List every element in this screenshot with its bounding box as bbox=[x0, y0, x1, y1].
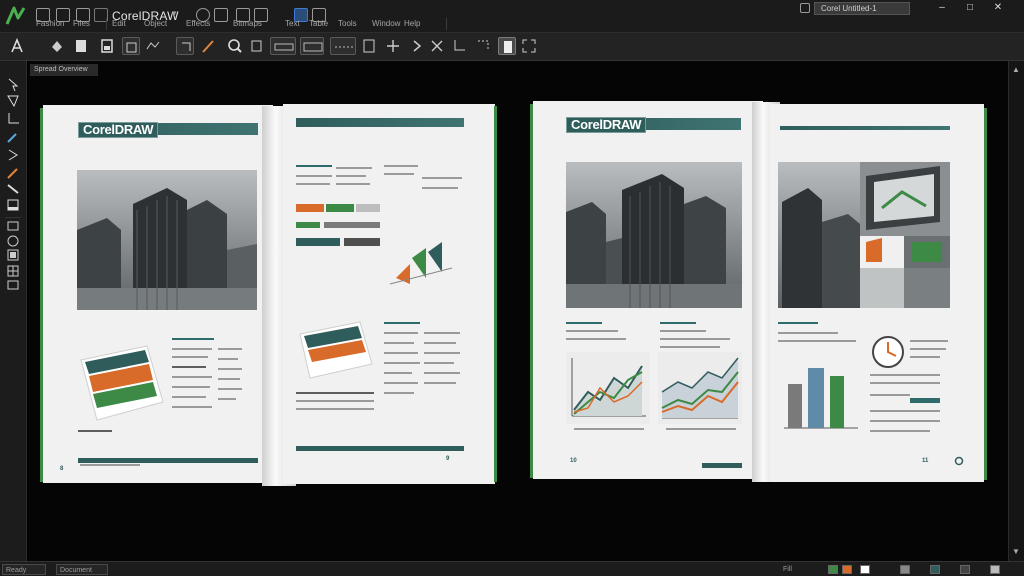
building-collage bbox=[778, 162, 950, 308]
page-number: 8 bbox=[60, 466, 64, 472]
arrow-right-icon[interactable] bbox=[408, 37, 426, 55]
brochure-thumbnail bbox=[80, 345, 164, 421]
bar-chart-graphic bbox=[784, 368, 858, 429]
white-swatch[interactable] bbox=[860, 565, 870, 574]
scroll-up-icon[interactable]: ▲ bbox=[1012, 65, 1022, 75]
zoom-icon[interactable] bbox=[226, 37, 244, 55]
line-chart-graphic bbox=[566, 352, 650, 424]
fill-icon[interactable] bbox=[48, 37, 66, 55]
crop-icon[interactable] bbox=[450, 37, 468, 55]
brochure-thumbnail bbox=[299, 321, 373, 379]
page-setup-icon[interactable] bbox=[360, 37, 378, 55]
menu-divider bbox=[106, 18, 107, 30]
page-view-icon[interactable] bbox=[498, 37, 516, 55]
shape-tool-icon[interactable] bbox=[5, 93, 21, 109]
freehand-tool-icon[interactable] bbox=[5, 147, 21, 163]
toolbox bbox=[0, 61, 27, 561]
header-bar bbox=[296, 118, 464, 127]
menu-window[interactable]: Window bbox=[372, 17, 400, 31]
maximize-icon[interactable]: □ bbox=[962, 2, 978, 15]
menu-bitmaps[interactable]: Bitmaps bbox=[233, 17, 262, 31]
footer-band bbox=[296, 446, 464, 451]
document-page-label[interactable]: Spread Overview bbox=[30, 64, 98, 76]
text-tool-icon[interactable] bbox=[8, 37, 26, 55]
building-photo bbox=[566, 162, 742, 308]
brand-logo: CorelDRAW bbox=[566, 117, 647, 133]
color-swatches bbox=[296, 204, 380, 246]
menu-bar: CorelDRAW ▾ Fashion Files Edit Object Ef… bbox=[0, 0, 1024, 33]
page-number: 10 bbox=[570, 458, 577, 464]
account-icon[interactable] bbox=[800, 3, 810, 13]
menu-tools[interactable]: Tools bbox=[338, 17, 357, 31]
status-document-info[interactable]: Document Info bbox=[56, 564, 108, 575]
footer-text bbox=[80, 464, 140, 466]
teal-swatch[interactable] bbox=[930, 565, 940, 574]
menu-text[interactable]: Text bbox=[285, 17, 300, 31]
refresh-icon bbox=[954, 456, 964, 466]
transform-icon[interactable] bbox=[176, 37, 194, 55]
paste-icon[interactable] bbox=[144, 37, 162, 55]
outline-swatch[interactable] bbox=[842, 565, 852, 574]
full-screen-icon[interactable] bbox=[520, 37, 538, 55]
menu-table[interactable]: Table bbox=[309, 17, 328, 31]
menu-files[interactable]: Files bbox=[73, 17, 90, 31]
fill-swatch[interactable] bbox=[828, 565, 838, 574]
footer-band bbox=[702, 463, 742, 468]
building-photo bbox=[77, 170, 257, 310]
distribute-icon[interactable] bbox=[300, 37, 324, 55]
copy-icon[interactable] bbox=[122, 37, 140, 55]
menu-edit[interactable]: Edit bbox=[112, 17, 126, 31]
page-bleed-right bbox=[984, 108, 987, 480]
page-bleed-right bbox=[494, 106, 497, 482]
light-swatch[interactable] bbox=[990, 565, 1000, 574]
header-bar bbox=[780, 126, 950, 130]
scroll-down-icon[interactable]: ▼ bbox=[1012, 547, 1022, 557]
status-ready: Ready bbox=[2, 564, 46, 575]
import-icon[interactable] bbox=[248, 37, 266, 55]
new-page-icon[interactable] bbox=[72, 37, 90, 55]
eyedropper-tool-icon[interactable] bbox=[5, 129, 21, 145]
page-number: 11 bbox=[922, 458, 929, 464]
page-right[interactable] bbox=[283, 104, 495, 484]
menu-object[interactable]: Object bbox=[144, 17, 167, 31]
caption-line bbox=[78, 430, 112, 432]
coreldraw-logo-icon[interactable] bbox=[4, 4, 28, 28]
status-fill: Fill bbox=[783, 566, 792, 573]
rectangle-tool-icon[interactable] bbox=[5, 217, 21, 233]
fill-tool-icon[interactable] bbox=[5, 197, 21, 213]
snap-icon[interactable] bbox=[474, 37, 492, 55]
brand-logo: CorelDRAW bbox=[78, 122, 159, 138]
document-tab[interactable]: Corel Untitled-1 bbox=[814, 2, 910, 15]
status-bar: Ready Document Info Fill bbox=[0, 561, 1024, 576]
standard-toolbar bbox=[0, 33, 1024, 61]
grey-swatch[interactable] bbox=[900, 565, 910, 574]
artistic-media-icon[interactable] bbox=[5, 165, 21, 181]
calligraphy-tool-icon[interactable] bbox=[5, 181, 21, 197]
3d-chart-graphic bbox=[389, 242, 453, 285]
dimension-tool-icon[interactable] bbox=[5, 277, 21, 293]
page-number: 9 bbox=[446, 456, 450, 462]
line-chart-graphic bbox=[658, 352, 742, 424]
menu-fashion[interactable]: Fashion bbox=[36, 17, 64, 31]
chevron-down-icon[interactable]: ▾ bbox=[172, 8, 182, 22]
vertical-scrollbar[interactable]: ▲ ▼ bbox=[1008, 61, 1024, 561]
menu-help[interactable]: Help bbox=[404, 17, 420, 31]
minimize-icon[interactable]: – bbox=[934, 2, 950, 15]
options-icon[interactable] bbox=[330, 37, 356, 55]
menu-divider bbox=[446, 18, 447, 30]
footer-band bbox=[78, 458, 258, 463]
crop-tool-icon[interactable] bbox=[5, 111, 21, 127]
close-icon[interactable]: ✕ bbox=[990, 2, 1006, 15]
scissors-icon[interactable] bbox=[428, 37, 446, 55]
pick-tool-icon[interactable] bbox=[5, 77, 21, 93]
polygon-tool-icon[interactable] bbox=[5, 247, 21, 263]
document-icon[interactable] bbox=[98, 37, 116, 55]
pen-tool-icon[interactable] bbox=[200, 37, 218, 55]
menu-effects[interactable]: Effects bbox=[186, 17, 210, 31]
align-icon[interactable] bbox=[270, 37, 296, 55]
clock-icon bbox=[872, 336, 904, 368]
dark-swatch[interactable] bbox=[960, 565, 970, 574]
redo-icon[interactable] bbox=[214, 8, 228, 22]
move-icon[interactable] bbox=[384, 37, 402, 55]
